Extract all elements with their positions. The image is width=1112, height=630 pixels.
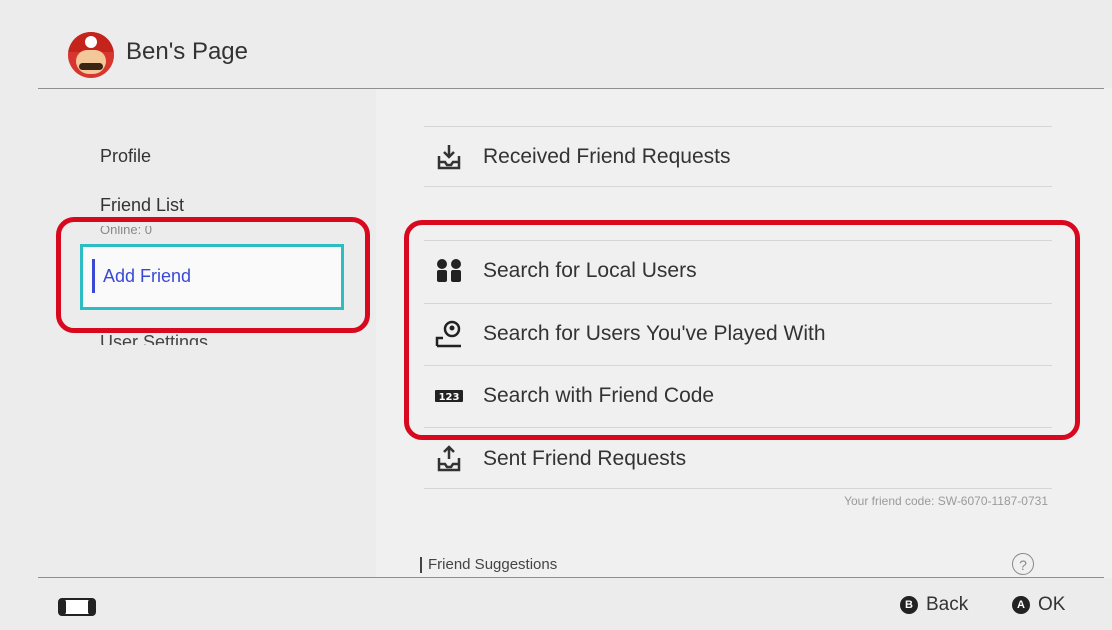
back-button[interactable]: B Back: [900, 594, 968, 616]
received-friend-requests-row[interactable]: Received Friend Requests: [424, 128, 1052, 186]
ok-button[interactable]: A OK: [1012, 594, 1065, 616]
back-label: Back: [926, 594, 969, 615]
sent-friend-requests-row[interactable]: Sent Friend Requests: [424, 430, 1052, 488]
row-divider: [424, 488, 1052, 489]
ok-label: OK: [1038, 594, 1066, 615]
a-button-icon: A: [1012, 596, 1030, 614]
sidebar-item-friend-list[interactable]: Friend List: [100, 195, 184, 216]
outbox-upload-icon: [437, 445, 461, 472]
section-bar: [420, 557, 422, 574]
search-options-highlight-box: [404, 220, 1080, 440]
row-divider: [424, 126, 1052, 127]
switch-screen: Ben's Page Profile Friend List Online: 0…: [0, 0, 1112, 630]
row-divider: [424, 186, 1052, 187]
help-icon[interactable]: ?: [1012, 553, 1034, 575]
page-title: Ben's Page: [126, 38, 249, 65]
friend-suggestions-heading: Friend Suggestions: [420, 556, 558, 574]
header-divider: [38, 88, 1104, 89]
handheld-console-icon: [58, 598, 96, 616]
b-button-icon: B: [900, 596, 918, 614]
friend-suggestions-label: Friend Suggestions: [428, 556, 558, 573]
mario-avatar-icon[interactable]: [68, 32, 114, 78]
friend-code-text: Your friend code: SW-6070-1187-0731: [844, 494, 1048, 508]
inbox-download-icon: [437, 145, 461, 170]
sidebar-item-profile[interactable]: Profile: [100, 146, 151, 167]
row-label: Sent Friend Requests: [483, 447, 687, 470]
sidebar-highlight-box: [56, 217, 370, 333]
row-label: Received Friend Requests: [483, 145, 731, 168]
